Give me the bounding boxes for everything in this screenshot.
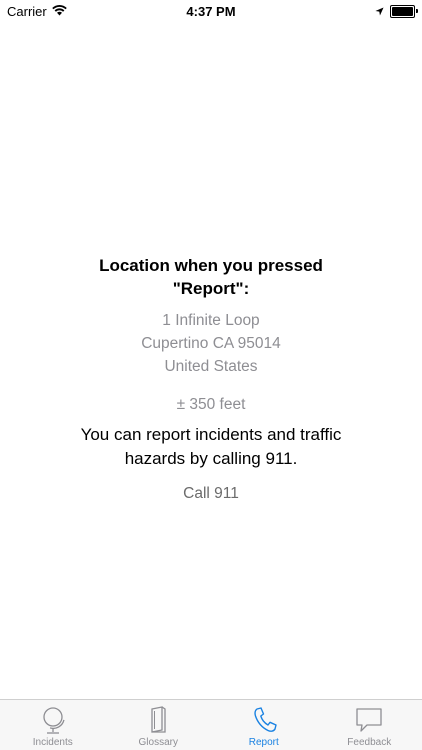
report-instructions: You can report incidents and traffic haz… [80,425,342,468]
location-accuracy: ± 350 feet [176,396,246,413]
tab-incidents[interactable]: Incidents [0,700,106,750]
tab-incidents-label: Incidents [32,737,73,748]
call-911-button[interactable]: Call 911 [183,484,239,504]
battery-tip [416,9,418,13]
book-icon [144,705,172,737]
battery-level [392,7,413,16]
battery-icon [390,5,418,18]
phone-icon [250,705,278,737]
screen: Carrier 4:37 PM Location when you presse… [0,0,422,750]
tab-feedback[interactable]: Feedback [317,700,422,750]
address-line-street: 1 Infinite Loop [162,312,260,329]
address-line-city: Cupertino CA 95014 [141,335,281,352]
tab-report-label: Report [248,737,279,748]
address-line-country: United States [164,358,258,375]
speech-bubble-icon [354,705,384,737]
report-content: Location when you pressed "Report": 1 In… [0,254,422,504]
location-arrow-icon [375,4,384,19]
tab-report[interactable]: Report [211,700,317,750]
tab-glossary[interactable]: Glossary [106,700,212,750]
status-right [375,4,418,19]
status-time: 4:37 PM [186,4,236,19]
tab-feedback-label: Feedback [347,737,392,748]
globe-icon [39,705,67,737]
location-heading: Location when you pressed "Report": [99,256,323,298]
status-bar: Carrier 4:37 PM [0,0,422,22]
tab-glossary-label: Glossary [138,737,178,748]
address-block: 1 Infinite Loop Cupertino CA 95014 Unite… [0,309,422,378]
tab-bar: Incidents Glossary Report Feedback [0,699,422,750]
